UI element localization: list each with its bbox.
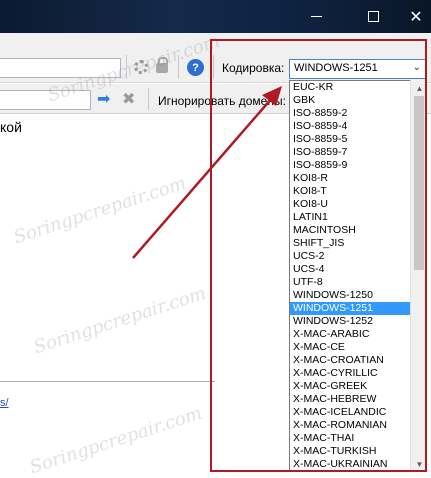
watermark: Soringpcrepair.com [27, 402, 205, 478]
title-bar: ✕ [0, 0, 431, 33]
minimize-button[interactable] [293, 0, 339, 33]
close-button[interactable]: ✕ [393, 0, 431, 33]
go-arrow-icon[interactable]: ➡ [97, 89, 110, 109]
watermark: Soringpcrepair.com [31, 282, 209, 359]
close-icon: ✕ [409, 6, 423, 26]
content-link[interactable]: s/ [0, 397, 9, 409]
stop-icon[interactable]: ✖ [122, 89, 135, 109]
content-text: кой [0, 119, 22, 135]
annotation-frame [210, 39, 427, 472]
watermark: Soringpcrepair.com [11, 172, 189, 249]
minimize-icon [310, 16, 322, 17]
toolbar-separator [148, 88, 149, 110]
maximize-button[interactable] [350, 0, 396, 33]
help-icon[interactable]: ? [187, 59, 204, 76]
maximize-icon [367, 11, 379, 22]
content-divider [0, 381, 215, 382]
